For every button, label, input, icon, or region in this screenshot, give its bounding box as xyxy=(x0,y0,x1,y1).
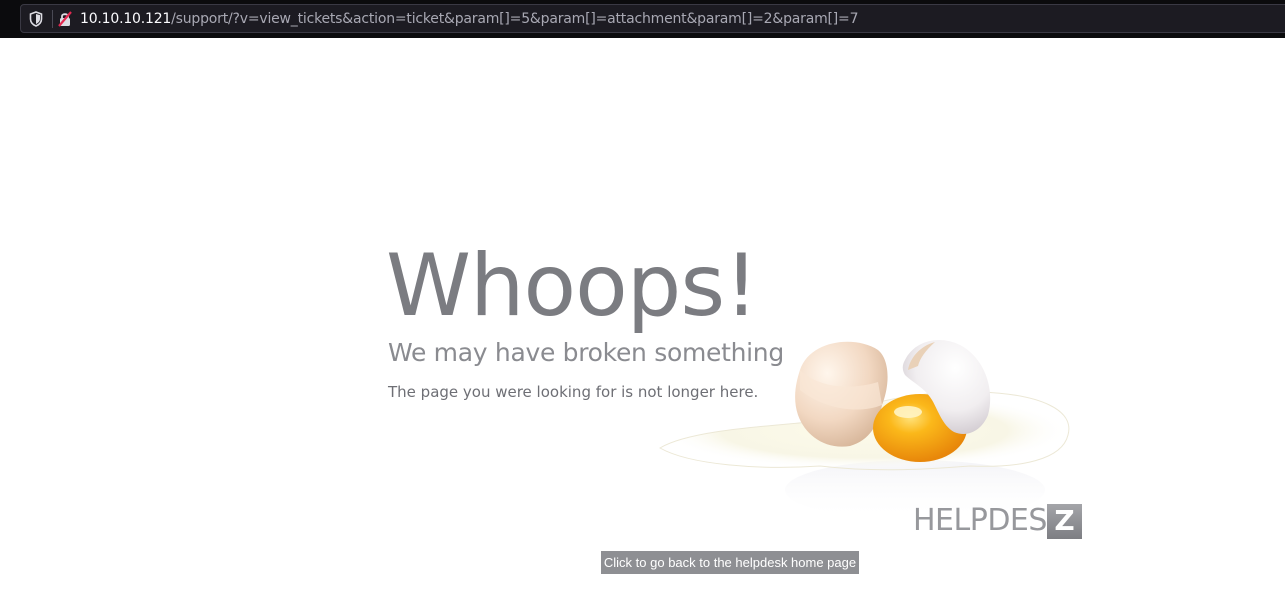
error-message: The page you were looking for is not lon… xyxy=(388,383,759,401)
url-path: /support/?v=view_tickets&action=ticket&p… xyxy=(171,11,859,27)
browser-toolbar: 10.10.10.121/support/?v=view_tickets&act… xyxy=(0,0,1285,38)
address-bar-divider xyxy=(52,10,53,28)
shield-icon[interactable] xyxy=(29,11,43,27)
helpdeskz-logo: HELPDESK Z xyxy=(913,503,1085,541)
url-host: 10.10.10.121 xyxy=(80,11,172,27)
back-to-home-link[interactable]: Click to go back to the helpdesk home pa… xyxy=(601,551,859,574)
logo-wordmark: HELPDESK xyxy=(913,503,1067,538)
error-headline: Whoops! xyxy=(386,236,759,336)
logo-badge: Z xyxy=(1047,504,1082,539)
url-text[interactable]: 10.10.10.121/support/?v=view_tickets&act… xyxy=(80,10,858,28)
insecure-lock-icon[interactable] xyxy=(57,11,73,27)
address-bar[interactable]: 10.10.10.121/support/?v=view_tickets&act… xyxy=(20,4,1285,33)
error-subheadline: We may have broken something xyxy=(388,338,784,367)
